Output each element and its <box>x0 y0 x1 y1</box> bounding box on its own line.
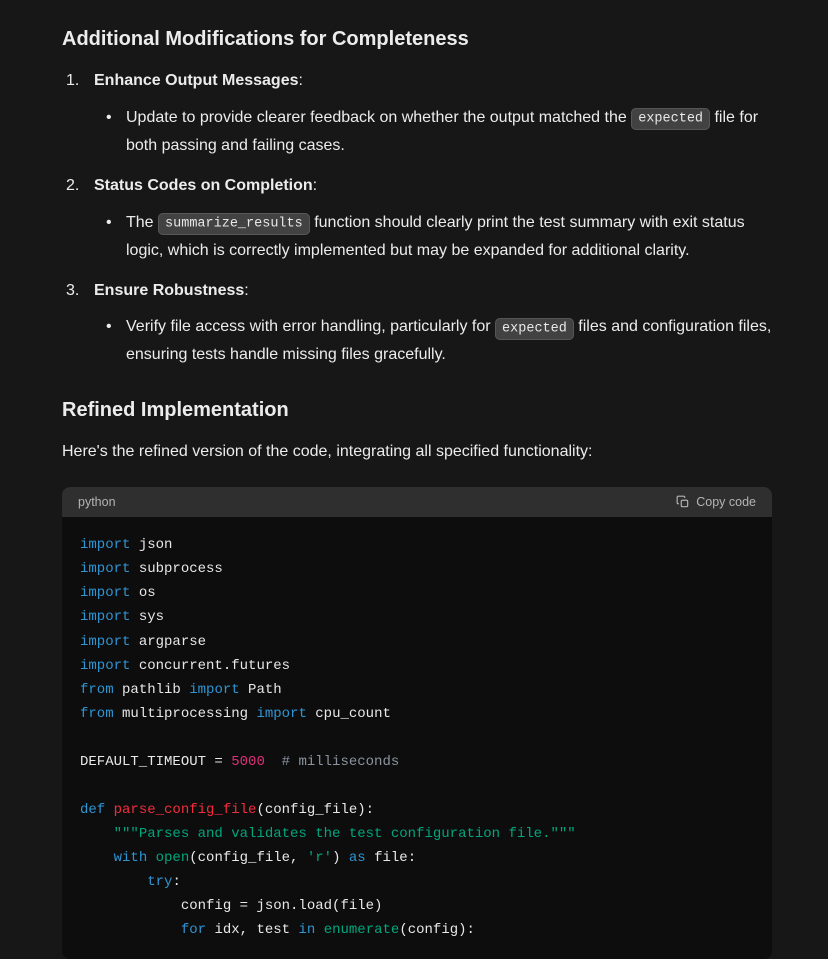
kw-import: import <box>80 658 130 674</box>
sub-item: The summarize_results function should cl… <box>98 209 772 265</box>
comment: # milliseconds <box>265 754 399 770</box>
code-content: import json import subprocess import os … <box>62 517 772 958</box>
kw-from: from <box>80 706 114 722</box>
sig: (config_file): <box>256 802 374 818</box>
fn-name: parse_config_file <box>114 802 257 818</box>
kw-with: with <box>114 850 148 866</box>
list-item-1: Enhance Output Messages: Update to provi… <box>66 69 772 160</box>
item-title: Enhance Output Messages <box>94 72 299 89</box>
mod: argparse <box>130 634 206 650</box>
list-item-2: Status Codes on Completion: The summariz… <box>66 174 772 265</box>
name: cpu_count <box>307 706 391 722</box>
copy-icon <box>676 495 690 509</box>
list-item-3: Ensure Robustness: Verify file access wi… <box>66 279 772 370</box>
text-part: Verify file access with error handling, … <box>126 318 495 335</box>
kw-import: import <box>80 609 130 625</box>
builtin-open: open <box>156 850 190 866</box>
item-title: Status Codes on Completion <box>94 177 313 194</box>
colon: : <box>313 177 317 194</box>
assign: DEFAULT_TIMEOUT = <box>80 754 231 770</box>
inline-code-summarize: summarize_results <box>158 213 310 235</box>
str: 'r' <box>307 850 332 866</box>
mod: json <box>130 537 172 553</box>
heading-additional: Additional Modifications for Completenes… <box>62 28 772 51</box>
copy-code-button[interactable]: Copy code <box>676 495 756 509</box>
tail: file: <box>366 850 416 866</box>
colon: : <box>244 282 248 299</box>
colon: : <box>172 874 180 890</box>
item-title: Ensure Robustness <box>94 282 244 299</box>
sub-list: Update to provide clearer feedback on wh… <box>98 104 772 160</box>
mod: subprocess <box>130 561 222 577</box>
inline-code-expected: expected <box>631 108 710 130</box>
copy-label: Copy code <box>696 495 756 509</box>
indent <box>80 922 181 938</box>
name: Path <box>240 682 282 698</box>
text-part: Update to provide clearer feedback on wh… <box>126 109 631 126</box>
mod: sys <box>130 609 164 625</box>
docstring: """Parses and validates the test configu… <box>114 826 576 842</box>
line: config = json.load(file) <box>80 898 382 914</box>
builtin-enum: enumerate <box>324 922 400 938</box>
text-part: The <box>126 214 158 231</box>
sub-list: The summarize_results function should cl… <box>98 209 772 265</box>
kw-in: in <box>298 922 315 938</box>
sub-item: Verify file access with error handling, … <box>98 313 772 369</box>
kw-def: def <box>80 802 105 818</box>
kw-import: import <box>80 561 130 577</box>
mod: os <box>130 585 155 601</box>
args: ) <box>332 850 349 866</box>
sub-list: Verify file access with error handling, … <box>98 313 772 369</box>
code-header: python Copy code <box>62 487 772 517</box>
tail: (config): <box>399 922 475 938</box>
kw-as: as <box>349 850 366 866</box>
sub-item: Update to provide clearer feedback on wh… <box>98 104 772 160</box>
colon: : <box>299 72 303 89</box>
code-block: python Copy code import json import subp… <box>62 487 772 958</box>
vars: idx, test <box>206 922 298 938</box>
kw-import: import <box>80 634 130 650</box>
kw-import: import <box>189 682 239 698</box>
kw-import: import <box>80 585 130 601</box>
mod: concurrent.futures <box>130 658 290 674</box>
code-lang-label: python <box>78 495 116 509</box>
kw-import: import <box>80 537 130 553</box>
args: (config_file, <box>189 850 307 866</box>
kw-from: from <box>80 682 114 698</box>
mod: multiprocessing <box>114 706 257 722</box>
heading-refined: Refined Implementation <box>62 399 772 422</box>
kw-import: import <box>256 706 306 722</box>
kw-try: try <box>147 874 172 890</box>
mod: pathlib <box>114 682 190 698</box>
modifications-list: Enhance Output Messages: Update to provi… <box>66 69 772 369</box>
kw-for: for <box>181 922 206 938</box>
inline-code-expected: expected <box>495 318 574 340</box>
para-refined: Here's the refined version of the code, … <box>62 440 772 465</box>
num: 5000 <box>231 754 265 770</box>
article-content: Additional Modifications for Completenes… <box>0 0 828 959</box>
